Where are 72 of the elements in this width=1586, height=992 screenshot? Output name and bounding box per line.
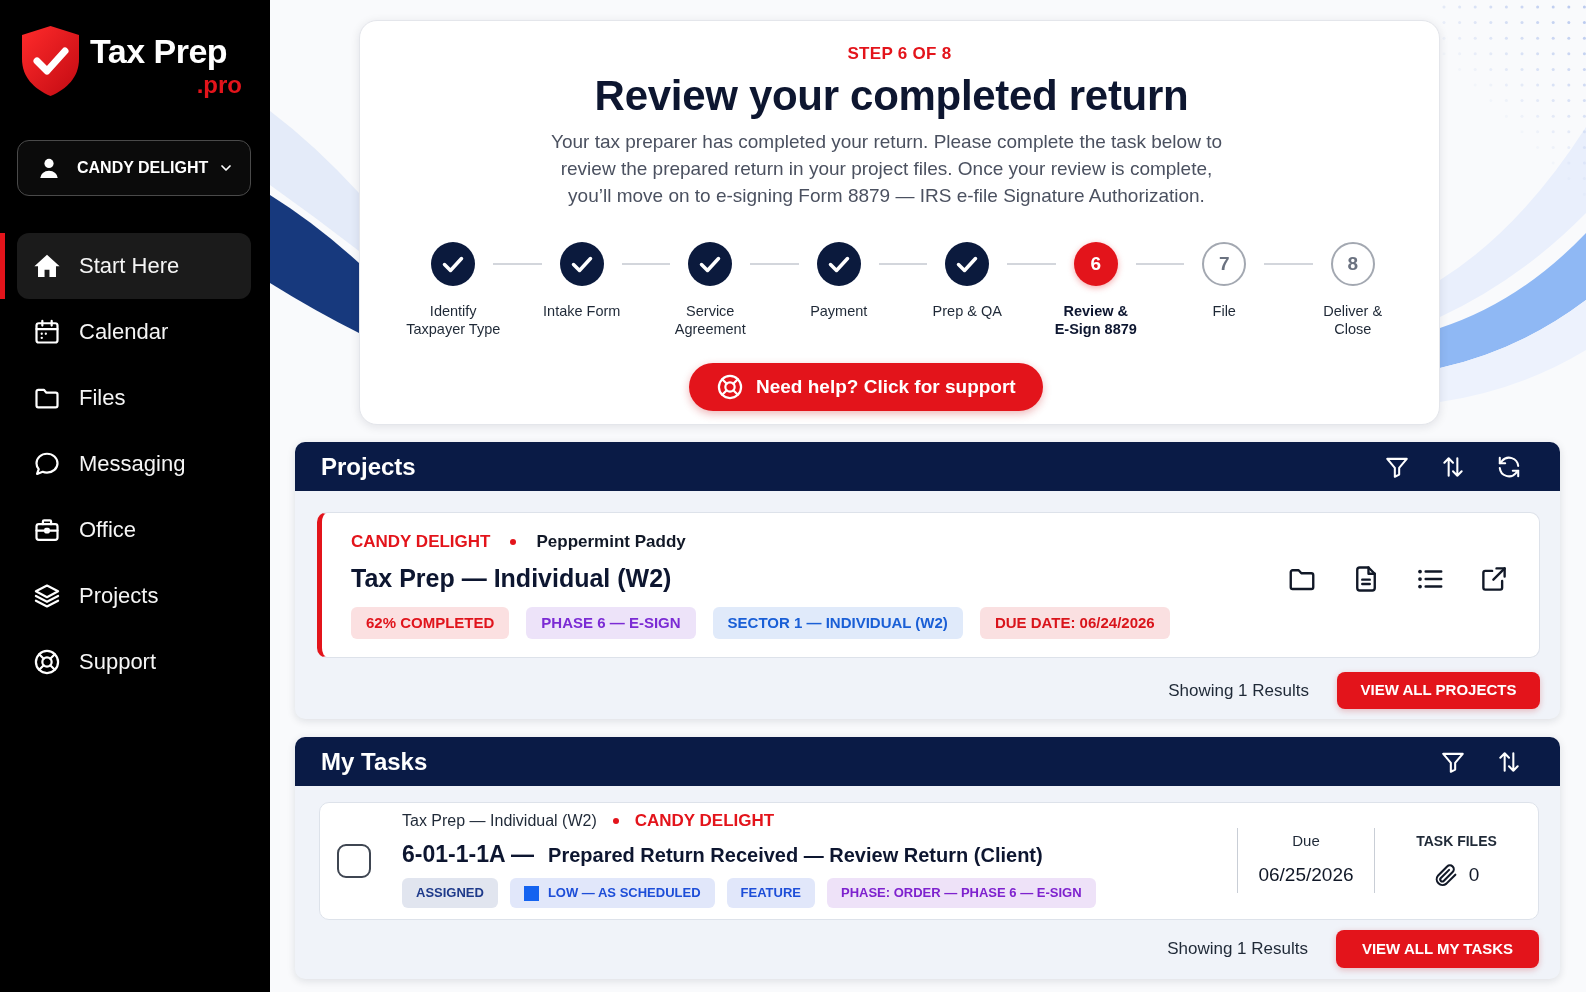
step-label: Review & E-Sign 8879	[1054, 302, 1137, 338]
task-files-label: TASK FILES	[1416, 832, 1497, 851]
task-title: Prepared Return Received — Review Return (Client)	[548, 843, 1043, 868]
task-tag: FEATURE	[726, 878, 815, 908]
step-label: Service Agreement	[674, 302, 746, 338]
project-tag: 62% COMPLETED	[351, 607, 510, 639]
nav-item[interactable]: Start Here	[17, 233, 251, 299]
results-count: Showing 1 Results	[1168, 679, 1309, 702]
step-label: Deliver & Close	[1323, 302, 1383, 338]
view-all-button[interactable]: VIEW ALL MY TASKS	[1336, 930, 1539, 968]
step-indicator: 8	[1330, 242, 1375, 286]
paperclip-icon[interactable]	[1433, 862, 1459, 888]
task-tag: PHASE: ORDER — PHASE 6 — E-SIGN	[827, 878, 1096, 908]
step-connector	[1007, 263, 1056, 265]
step-connector	[750, 263, 799, 265]
task-code: 6-01-1-1A —	[402, 840, 535, 868]
step-connector	[493, 263, 542, 265]
nav-item[interactable]: Calendar	[17, 299, 251, 365]
tag-text: LOW — AS SCHEDULED	[547, 884, 701, 903]
calendar-icon	[33, 318, 61, 346]
life-ring-icon	[33, 648, 61, 676]
nav-item[interactable]: Support	[17, 629, 251, 695]
briefcase-icon	[33, 516, 61, 544]
panel-title: My Tasks	[321, 746, 428, 777]
project-tag: DUE DATE: 06/24/2026	[979, 607, 1170, 639]
step-connector	[1264, 263, 1313, 265]
view-all-button[interactable]: VIEW ALL PROJECTS	[1337, 672, 1540, 709]
project-name: Tax Prep — Individual (W2)	[402, 811, 597, 831]
step-counter: STEP 6 OF 8	[847, 44, 952, 64]
due-date: 06/25/2026	[1258, 863, 1354, 887]
life-ring-icon	[716, 373, 744, 401]
file-count: 0	[1468, 863, 1480, 887]
nav-item[interactable]: Office	[17, 497, 251, 563]
results-count: Showing 1 Results	[1167, 938, 1308, 961]
external-link-icon[interactable]	[1479, 564, 1509, 594]
step-label: Identify Taxpayer Type	[406, 302, 501, 338]
home-icon	[33, 252, 61, 280]
step-connector	[1135, 263, 1185, 265]
project-title: Tax Prep — Individual (W2)	[351, 563, 672, 593]
selection-bar	[0, 233, 5, 299]
description-text: Your tax preparer has completed your return. Please complete the task below to review the prepared return in your project files. Once your review is complete, you’ll move on to e-signing Form 8879 — IRS e-file Signature Authorization.	[550, 130, 1223, 208]
step-indicator: 7	[1202, 242, 1247, 286]
logo-suffix: .pro	[196, 72, 242, 98]
logo-text: Tax Prep	[90, 33, 228, 69]
task-tag: ASSIGNED	[402, 878, 498, 908]
due-label: Due	[1292, 831, 1320, 851]
shield-check-logo	[20, 25, 81, 97]
support-button[interactable]: Need help? Click for support	[689, 363, 1043, 411]
page-title: Review your completed return	[594, 72, 1189, 120]
nav-item[interactable]: Projects	[17, 563, 251, 629]
person-icon	[38, 157, 60, 179]
user-menu-button[interactable]: CANDY DELIGHT	[17, 140, 251, 196]
preparer-name: Peppermint Paddy	[536, 531, 686, 553]
client-name: CANDY DELIGHT	[351, 531, 491, 553]
nav-item[interactable]: Files	[17, 365, 251, 431]
step-connector	[878, 263, 928, 265]
bullet-icon	[612, 818, 619, 824]
checkbox[interactable]	[337, 844, 371, 878]
client-name: CANDY DELIGHT	[634, 811, 775, 831]
step-label: Payment	[810, 302, 868, 320]
step-label: File	[1212, 302, 1236, 320]
project-tag: PHASE 6 — E-SIGN	[526, 607, 696, 639]
bullet-icon	[510, 539, 517, 545]
speech-bubble-icon	[33, 450, 61, 478]
step-label: Intake Form	[543, 302, 621, 320]
nav-item[interactable]: Messaging	[17, 431, 251, 497]
step-connector	[621, 263, 671, 265]
project-tag: SECTOR 1 — INDIVIDUAL (W2)	[712, 607, 963, 639]
step-indicator: 6	[1073, 242, 1118, 286]
step-label: Prep & QA	[932, 302, 1002, 320]
layers-icon	[33, 582, 61, 610]
panel-title: Projects	[321, 451, 416, 482]
